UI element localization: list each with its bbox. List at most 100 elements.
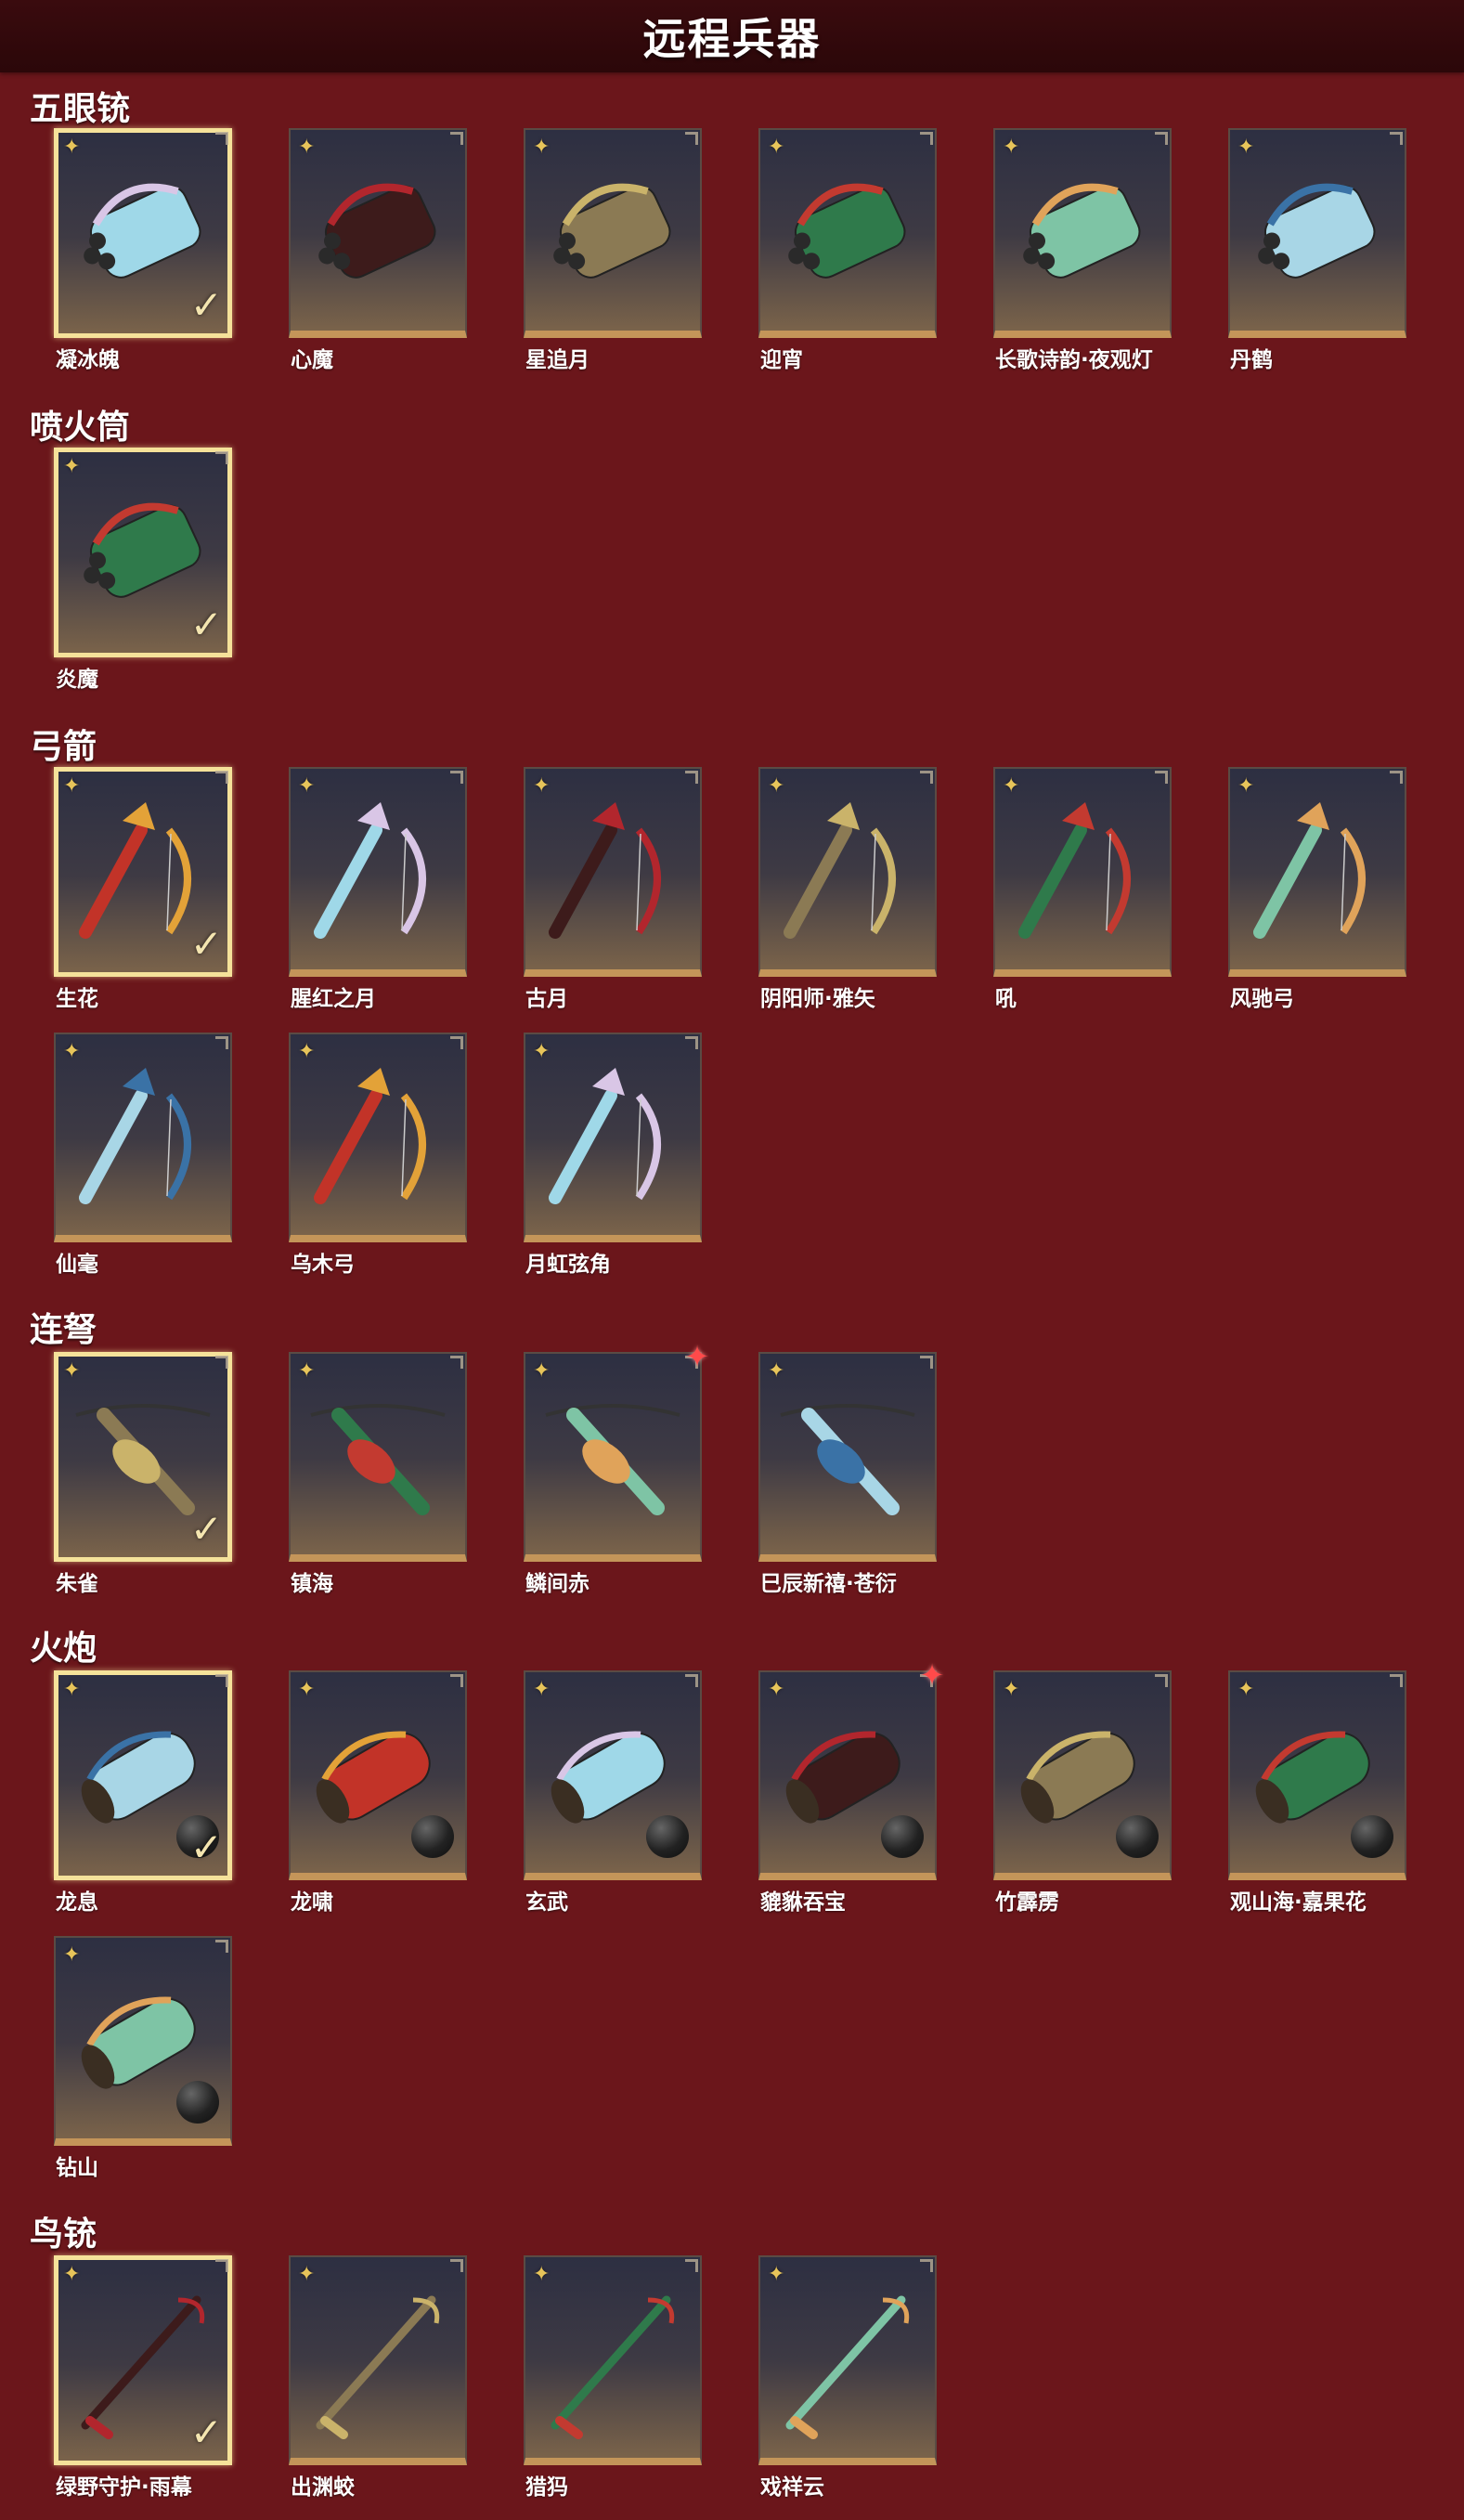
corner-mark-icon: [450, 1036, 463, 1049]
corner-mark-icon: [215, 132, 228, 145]
corner-mark-icon: [450, 771, 463, 784]
weapon-card[interactable]: ✦ 仙毫: [54, 1033, 232, 1277]
weapon-card[interactable]: ✦ 阴阳师·雅矢: [758, 767, 937, 1011]
weapon-name: 风驰弓: [1230, 987, 1294, 1011]
corner-mark-icon: [215, 1356, 228, 1369]
check-icon: ✓: [189, 2410, 223, 2455]
cannonball-icon: [881, 1815, 924, 1858]
weapon-card[interactable]: ✦ 腥红之月: [289, 767, 467, 1011]
weapon-card[interactable]: ✦ 吼: [993, 767, 1172, 1011]
weapon-art: [545, 1404, 680, 1515]
weapon-card[interactable]: ✦ ✓ 炎魔: [54, 448, 232, 692]
weapon-name: 巳辰新禧·苍衍: [760, 1572, 897, 1596]
weapon-card[interactable]: ✦ 月虹弦角: [524, 1033, 702, 1277]
rank-star-icon: ✦: [298, 1359, 316, 1383]
weapon-art: [316, 2295, 440, 2439]
corner-mark-icon: [685, 1674, 698, 1687]
rank-star-icon: ✦: [63, 774, 81, 798]
weapon-name: 朱雀: [56, 1572, 98, 1596]
weapon-card[interactable]: ✦ 心魔: [289, 128, 467, 372]
corner-mark-icon: [685, 771, 698, 784]
weapon-card[interactable]: ✦ 乌木弓: [289, 1033, 467, 1277]
weapon-card[interactable]: ✦ 巳辰新禧·苍衍: [758, 1352, 937, 1596]
corner-mark-icon: [450, 132, 463, 145]
rank-star-icon: ✦: [298, 2263, 316, 2286]
weapon-card[interactable]: ✦ 竹霹雳: [993, 1670, 1172, 1915]
weapon-card[interactable]: ✦ 镇海: [289, 1352, 467, 1596]
weapon-card[interactable]: ✦ ✓ 生花: [54, 767, 232, 1011]
weapon-name: 仙毫: [56, 1253, 98, 1277]
new-badge-icon: ✦: [684, 1339, 710, 1374]
new-badge-icon: ✦: [919, 1657, 945, 1693]
check-icon: ✓: [189, 1825, 223, 1870]
weapon-card[interactable]: ✦ 星追月: [524, 128, 702, 372]
corner-mark-icon: [1155, 771, 1168, 784]
weapon-name: 龙息: [56, 1890, 98, 1915]
weapon-card[interactable]: ✦ 古月: [524, 767, 702, 1011]
rank-star-icon: ✦: [63, 1678, 81, 1701]
weapon-name: 猎犸: [525, 2475, 568, 2500]
weapon-card[interactable]: ✦ ✓ 龙息: [54, 1670, 232, 1915]
header-bar: 远程兵器: [0, 0, 1464, 72]
check-icon: ✓: [189, 282, 223, 328]
weapon-name: 月虹弦角: [525, 1253, 611, 1277]
section-title: 连弩: [30, 1311, 97, 1349]
weapon-card[interactable]: ✦ 观山海·嘉果花: [1228, 1670, 1406, 1915]
weapon-card[interactable]: ✦ 戏祥云: [758, 2255, 937, 2500]
rank-star-icon: ✦: [1237, 774, 1255, 798]
weapon-name: 龙啸: [291, 1890, 333, 1915]
weapon-name: 玄武: [525, 1890, 568, 1915]
section-title: 火炮: [30, 1630, 97, 1668]
weapon-card[interactable]: ✦ 迎宵: [758, 128, 937, 372]
weapon-card[interactable]: ✦ 丹鹤: [1228, 128, 1406, 372]
rank-star-icon: ✦: [533, 136, 551, 159]
weapon-art: [549, 1068, 661, 1204]
rank-star-icon: ✦: [533, 2263, 551, 2286]
corner-mark-icon: [215, 1036, 228, 1049]
corner-mark-icon: [450, 1674, 463, 1687]
weapon-name: 竹霹雳: [995, 1890, 1059, 1915]
weapon-card[interactable]: ✦ ✦ 鳞间赤: [524, 1342, 709, 1596]
weapon-name: 阴阳师·雅矢: [760, 987, 875, 1011]
weapon-name: 古月: [525, 987, 568, 1011]
weapon-card[interactable]: ✦ 风驰弓: [1228, 767, 1406, 1011]
weapon-card[interactable]: ✦ 猎犸: [524, 2255, 702, 2500]
cannonball-icon: [411, 1815, 454, 1858]
weapon-card[interactable]: ✦ 钻山: [54, 1936, 232, 2180]
weapon-card[interactable]: ✦ ✓ 绿野守护·雨幕: [54, 2255, 232, 2500]
weapon-card[interactable]: ✦ 龙啸: [289, 1670, 467, 1915]
weapon-name: 钻山: [56, 2156, 98, 2180]
corner-mark-icon: [450, 1356, 463, 1369]
section-title: 鸟铳: [30, 2215, 97, 2254]
weapon-card[interactable]: ✦ 长歌诗韵·夜观灯: [993, 128, 1172, 372]
weapon-art: [788, 183, 906, 279]
weapon-card[interactable]: ✦ ✦ 貔貅吞宝: [758, 1660, 944, 1915]
weapon-art: [549, 802, 661, 939]
corner-mark-icon: [685, 1036, 698, 1049]
weapon-card[interactable]: ✦ ✓ 朱雀: [54, 1352, 232, 1596]
weapon-card[interactable]: ✦ 出渊蛟: [289, 2255, 467, 2500]
rank-star-icon: ✦: [533, 774, 551, 798]
weapon-art: [784, 802, 896, 939]
rank-star-icon: ✦: [768, 2263, 785, 2286]
cannonball-icon: [176, 2081, 219, 2124]
cannonball-icon: [646, 1815, 689, 1858]
rank-star-icon: ✦: [533, 1678, 551, 1701]
weapon-art: [785, 2295, 910, 2439]
rank-star-icon: ✦: [63, 136, 81, 159]
weapon-card[interactable]: ✦ 玄武: [524, 1670, 702, 1915]
rank-star-icon: ✦: [1003, 136, 1020, 159]
check-icon: ✓: [189, 602, 223, 647]
weapon-art: [314, 802, 426, 939]
section-title: 弓箭: [30, 728, 97, 766]
corner-mark-icon: [920, 132, 933, 145]
weapon-art: [310, 1404, 446, 1515]
check-icon: ✓: [189, 921, 223, 967]
rank-star-icon: ✦: [533, 1359, 551, 1383]
weapon-card[interactable]: ✦ ✓ 凝冰魄: [54, 128, 232, 372]
rank-star-icon: ✦: [63, 1040, 81, 1063]
corner-mark-icon: [685, 2259, 698, 2272]
weapon-name: 长歌诗韵·夜观灯: [995, 348, 1153, 372]
weapon-name: 乌木弓: [291, 1253, 355, 1277]
corner-mark-icon: [1390, 771, 1403, 784]
